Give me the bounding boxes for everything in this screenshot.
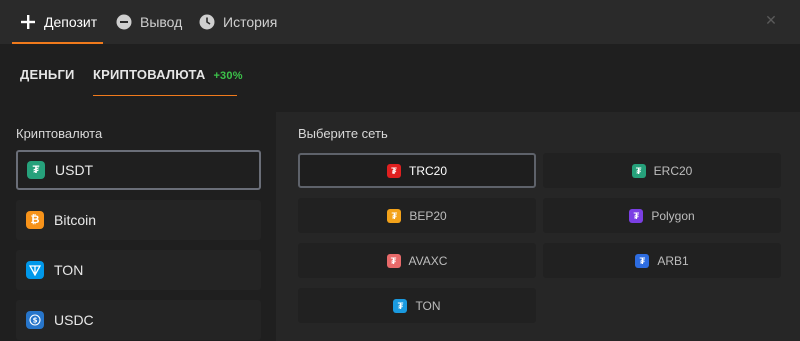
network-item-label: ERC20: [653, 163, 693, 178]
tab-deposit[interactable]: Депозит: [20, 0, 97, 44]
tether-bep20-icon: ₮: [387, 208, 402, 223]
network-item-avaxc[interactable]: ₮ AVAXC: [298, 243, 536, 278]
network-item-polygon[interactable]: ₮ Polygon: [543, 198, 781, 233]
svg-text:$: $: [33, 317, 38, 325]
tether-ton-icon: ₮: [393, 298, 408, 313]
tab-withdraw[interactable]: Вывод: [116, 0, 182, 44]
network-item-trc20[interactable]: ₮ TRC20: [298, 153, 536, 188]
network-item-label: TON: [415, 298, 441, 313]
crypto-item-bitcoin[interactable]: ₿ Bitcoin: [16, 200, 261, 240]
tab-history-label: История: [223, 14, 278, 30]
subtab-crypto-label: КРИПТОВАЛЮТА: [93, 67, 206, 82]
tab-withdraw-label: Вывод: [140, 14, 183, 30]
tether-erc20-icon: ₮: [631, 163, 646, 178]
tether-avaxc-icon: ₮: [386, 253, 401, 268]
tether-polygon-icon: ₮: [629, 208, 644, 223]
ton-icon: [26, 261, 44, 279]
crypto-item-label: Bitcoin: [54, 212, 97, 228]
usdc-icon: $: [26, 311, 44, 329]
subtab-money-label: ДЕНЬГИ: [20, 67, 75, 82]
network-item-bep20[interactable]: ₮ BEP20: [298, 198, 536, 233]
crypto-item-usdt[interactable]: ₮ USDT: [16, 150, 261, 190]
network-item-label: AVAXC: [408, 253, 448, 268]
crypto-section-label: Криптовалюта: [16, 126, 103, 141]
bonus-badge: +30%: [213, 70, 243, 82]
active-tab-indicator: [12, 42, 103, 44]
network-section-label: Выберите сеть: [298, 126, 388, 141]
network-item-ton[interactable]: ₮ TON: [298, 288, 536, 323]
network-item-label: BEP20: [409, 208, 447, 223]
network-item-label: Polygon: [651, 208, 695, 223]
tether-icon: ₮: [27, 161, 45, 179]
minus-circle-icon: [116, 14, 132, 30]
crypto-item-label: TON: [54, 262, 84, 278]
tab-deposit-label: Депозит: [44, 14, 98, 30]
top-bar: Депозит Вывод История ✕: [0, 0, 800, 44]
close-icon[interactable]: ✕: [764, 13, 778, 27]
subtab-crypto[interactable]: КРИПТОВАЛЮТА +30%: [93, 67, 243, 82]
subtab-money[interactable]: ДЕНЬГИ: [20, 67, 75, 82]
tether-arb1-icon: ₮: [635, 253, 650, 268]
clock-icon: [199, 14, 215, 30]
tab-history[interactable]: История: [199, 0, 277, 44]
crypto-item-label: USDC: [54, 312, 94, 328]
crypto-item-usdc[interactable]: $ USDC: [16, 300, 261, 340]
active-subtab-indicator: [93, 95, 237, 96]
crypto-item-ton[interactable]: TON: [16, 250, 261, 290]
tether-trc20-icon: ₮: [386, 163, 401, 178]
network-item-arb1[interactable]: ₮ ARB1: [543, 243, 781, 278]
plus-icon: [20, 14, 36, 30]
bitcoin-icon: ₿: [26, 211, 44, 229]
network-item-erc20[interactable]: ₮ ERC20: [543, 153, 781, 188]
network-item-label: ARB1: [657, 253, 689, 268]
network-item-label: TRC20: [408, 163, 447, 178]
crypto-item-label: USDT: [55, 162, 94, 178]
